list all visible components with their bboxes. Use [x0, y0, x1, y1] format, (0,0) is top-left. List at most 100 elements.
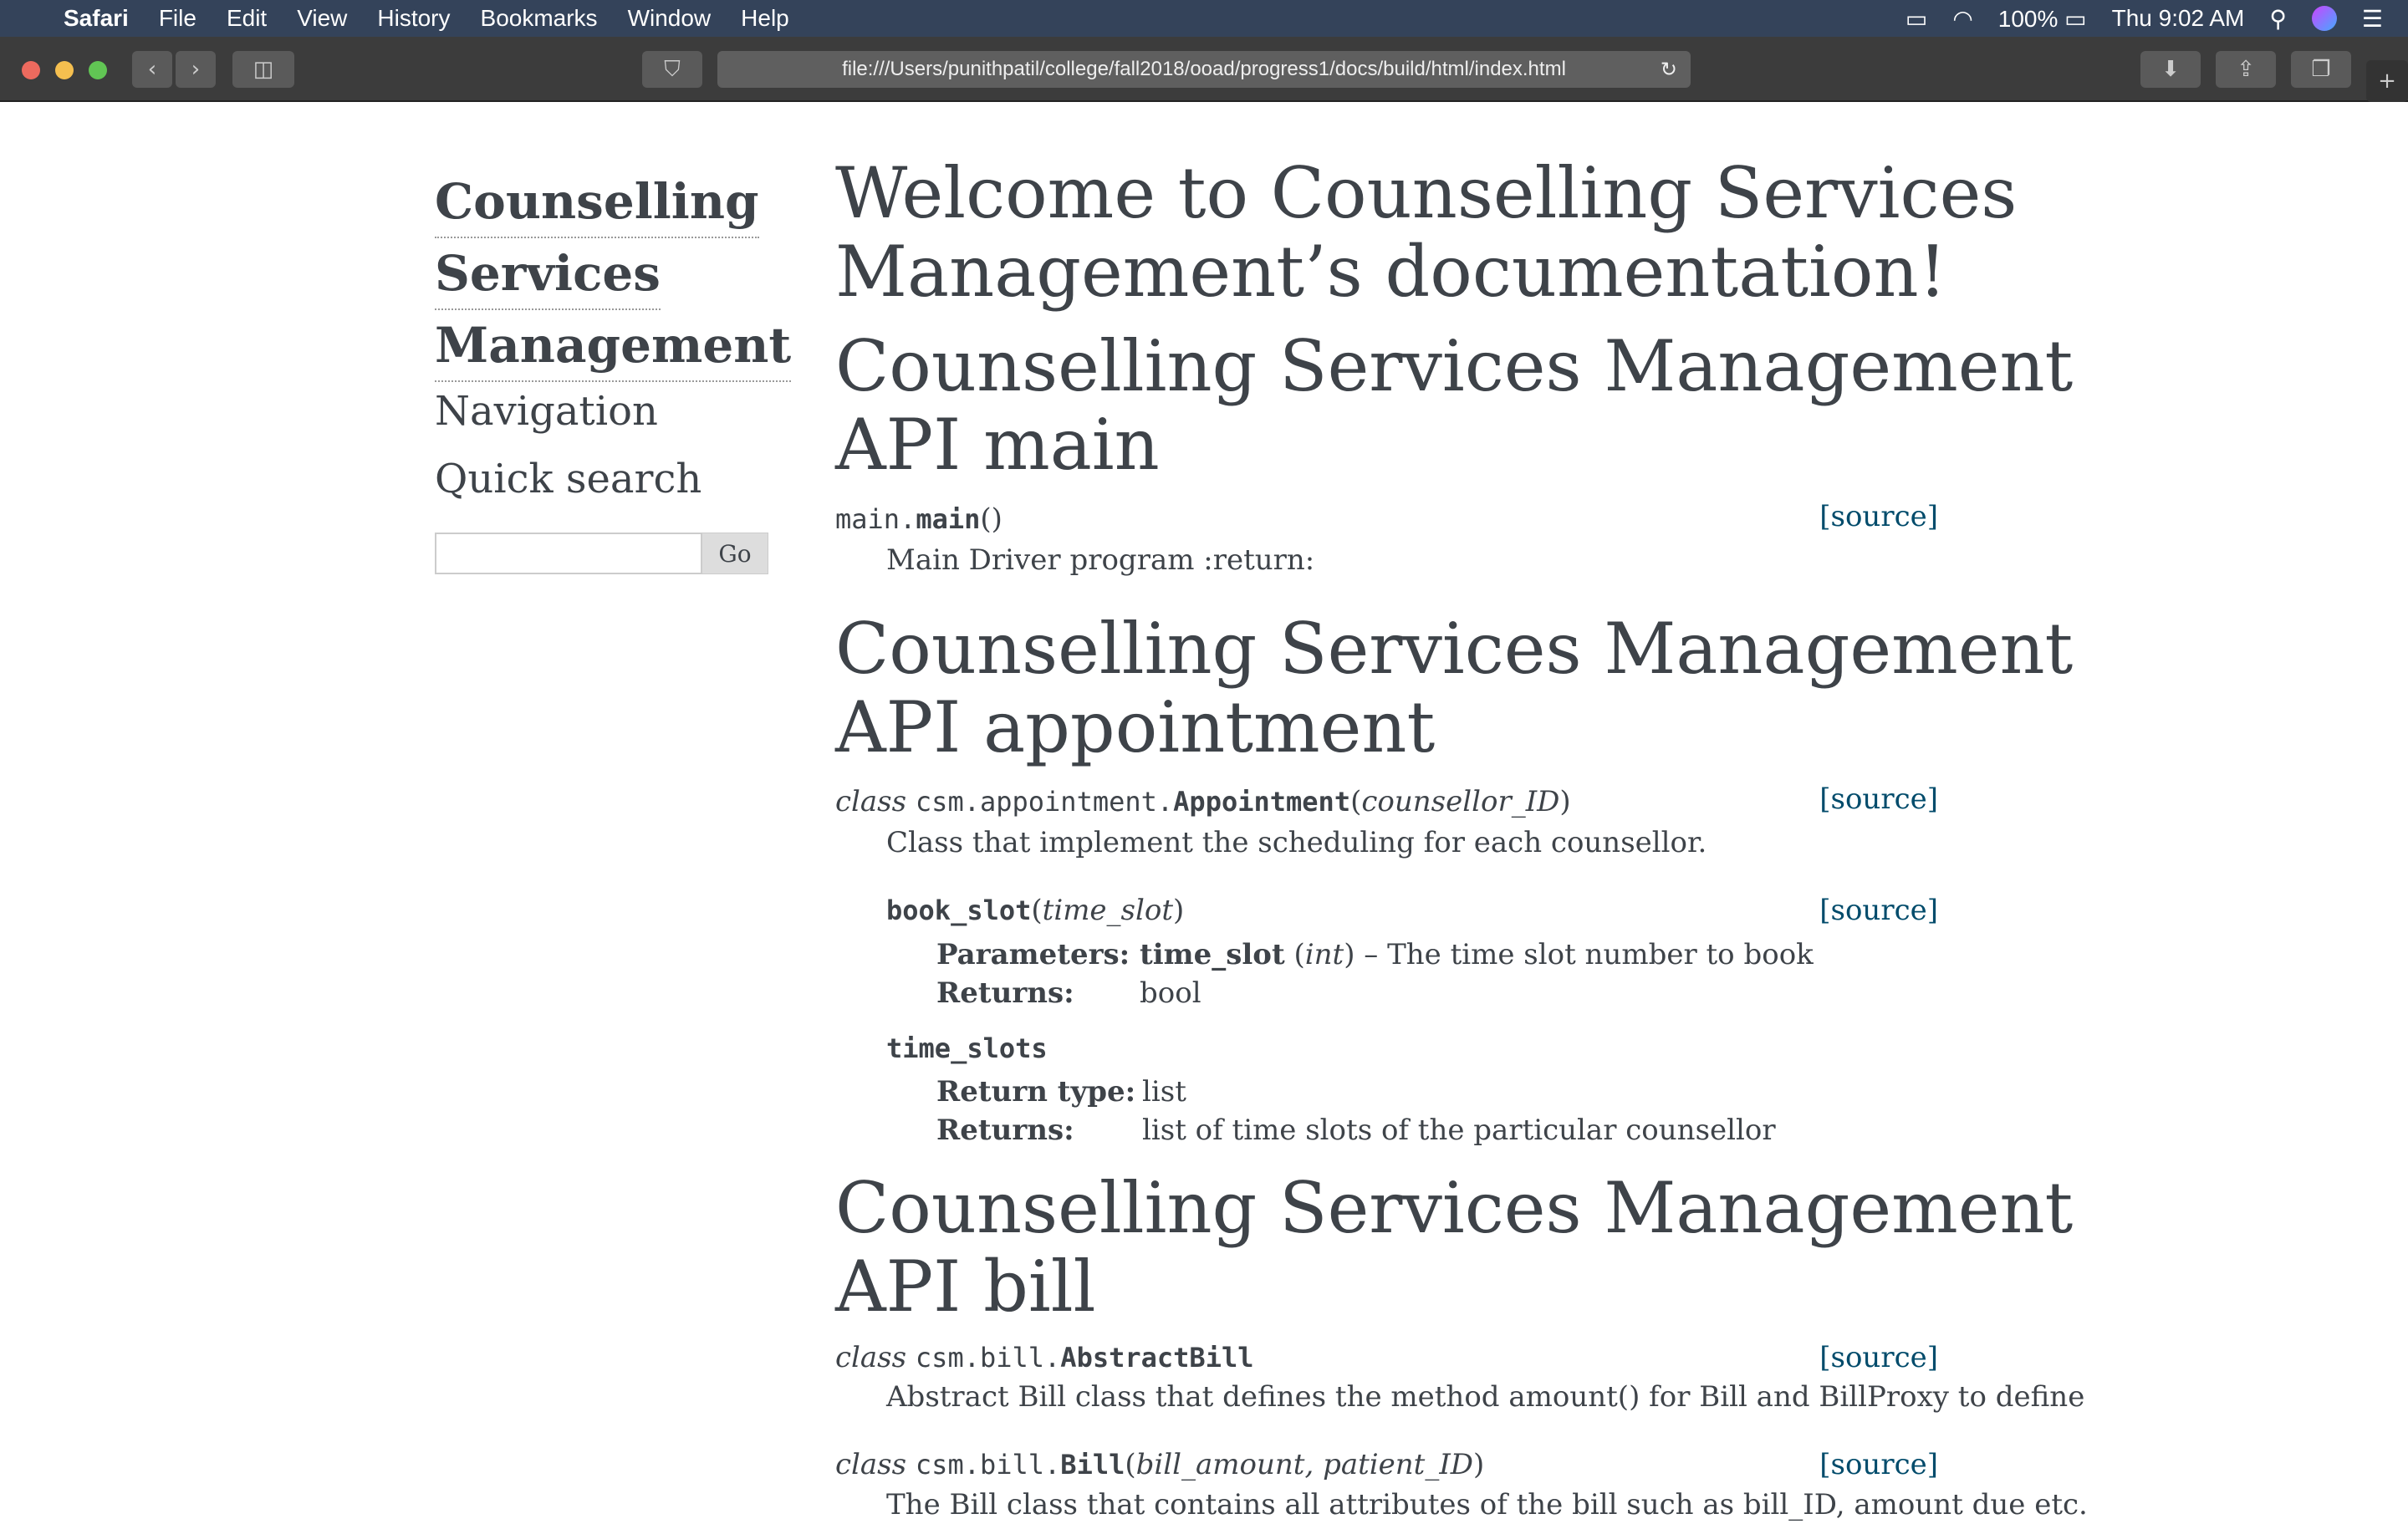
menu-edit[interactable]: Edit [227, 5, 267, 32]
class-args: bill_amount, patient_ID [1135, 1448, 1474, 1481]
class-description: The Bill class that contains all attribu… [886, 1488, 2088, 1521]
class-keyword: class [835, 1341, 907, 1374]
go-button[interactable]: Go [701, 533, 768, 574]
class-name: Appointment [1173, 786, 1351, 818]
page-title: Welcome to Counselling Services Manageme… [835, 154, 2017, 311]
method-arg: time_slot [1042, 894, 1174, 927]
address-bar[interactable]: file:///Users/punithpatil/college/fall20… [717, 51, 1691, 88]
class-keyword: class [835, 785, 907, 818]
source-link[interactable]: [source] [1819, 1338, 1938, 1377]
param-name: time_slot [1140, 938, 1285, 971]
quick-search-heading: Quick search [435, 456, 702, 502]
ublock-extension-button[interactable]: ⛉ [642, 51, 702, 88]
notification-center-icon[interactable]: ☰ [2362, 5, 2383, 33]
search-input[interactable] [435, 533, 702, 574]
sidebar-title-line[interactable]: Management [435, 310, 792, 382]
returns-label: Returns: [936, 976, 1074, 1010]
parameters-value: time_slot (int) – The time slot number t… [1140, 938, 1814, 971]
chevron-right-icon: › [191, 57, 201, 82]
returns-value: list of time slots of the particular cou… [1142, 1114, 1776, 1147]
menu-app[interactable]: Safari [64, 5, 129, 32]
share-icon: ⇪ [2237, 57, 2255, 82]
menu-help[interactable]: Help [741, 5, 789, 32]
heading-line: Counselling Services Management [835, 1167, 2074, 1249]
spotlight-icon[interactable]: ⚲ [2269, 5, 2287, 33]
menu-history[interactable]: History [377, 5, 450, 32]
reload-icon[interactable]: ↻ [1661, 58, 1677, 81]
sidebar-title-line[interactable]: Services [435, 238, 661, 310]
returns-label: Returns: [936, 1114, 1074, 1147]
sidebar-title-line[interactable]: Counselling [435, 166, 759, 238]
heading-line: API main [835, 404, 1160, 486]
class-name: AbstractBill [1060, 1342, 1254, 1374]
tabs-icon: ❐ [2311, 57, 2331, 82]
method-name: book_slot [886, 895, 1032, 926]
menu-window[interactable]: Window [628, 5, 712, 32]
heading-line: API bill [835, 1246, 1096, 1328]
tabs-overview-button[interactable]: ❐ [2291, 51, 2351, 88]
menu-file[interactable]: File [159, 5, 196, 32]
minimize-window-button[interactable] [55, 61, 74, 79]
source-link[interactable]: [source] [1819, 1445, 1938, 1484]
section-heading-appointment: Counselling Services Management API appo… [835, 609, 2073, 767]
heading-line: Counselling Services Management [835, 608, 2074, 690]
property-name: time_slots [886, 1032, 1048, 1064]
back-button[interactable]: ‹ [132, 51, 172, 88]
class-name: Bill [1060, 1449, 1125, 1481]
menu-bar: Safari File Edit View History Bookmarks … [0, 0, 2408, 37]
wifi-icon[interactable]: ◠ [1952, 5, 1972, 33]
new-tab-button[interactable]: + [2366, 60, 2408, 102]
airplay-icon[interactable]: ▭ [1905, 5, 1927, 33]
module-name: csm.bill. [915, 1449, 1061, 1481]
module-name: csm.appointment. [915, 786, 1174, 818]
plus-icon: + [2378, 69, 2396, 94]
navigation-heading: Navigation [435, 388, 658, 435]
forward-button[interactable]: › [176, 51, 216, 88]
module-name: main. [835, 503, 916, 535]
menu-view[interactable]: View [297, 5, 347, 32]
page-title-line: Management’s documentation! [835, 231, 1947, 313]
return-type-label: Return type: [936, 1075, 1136, 1109]
param-type: int [1304, 938, 1344, 971]
zoom-window-button[interactable] [89, 61, 107, 79]
method-signature-book-slot: book_slot(time_slot) [886, 894, 1185, 927]
url-text: file:///Users/punithpatil/college/fall20… [842, 58, 1566, 80]
property-signature-time-slots: time_slots [886, 1029, 1048, 1068]
class-signature-bill: class csm.bill.Bill(bill_amount, patient… [835, 1448, 1485, 1481]
battery-percent: 100% [1997, 5, 2059, 32]
section-heading-main: Counselling Services Management API main [835, 327, 2073, 484]
module-name: csm.bill. [915, 1342, 1061, 1374]
function-args: () [980, 502, 1002, 536]
downloads-button[interactable]: ⬇ [2140, 51, 2201, 88]
share-button[interactable]: ⇪ [2216, 51, 2276, 88]
battery-status[interactable]: 100% ▭ [1998, 5, 2087, 33]
heading-line: Counselling Services Management [835, 325, 2074, 407]
returns-value: bool [1140, 976, 1201, 1010]
function-signature-main: main.main() [835, 500, 1002, 538]
class-signature-appointment: class csm.appointment.Appointment(counse… [835, 785, 1571, 818]
download-icon: ⬇ [2161, 57, 2180, 82]
source-link[interactable]: [source] [1819, 497, 1938, 536]
source-link[interactable]: [source] [1819, 780, 1938, 818]
clock[interactable]: Thu 9:02 AM [2112, 5, 2245, 32]
class-keyword: class [835, 1448, 907, 1481]
siri-icon[interactable] [2311, 6, 2337, 31]
sidebar-title[interactable]: Counselling Services Management [435, 166, 792, 382]
chevron-left-icon: ‹ [147, 57, 157, 82]
browser-toolbar: ‹ › ◫ ⛉ file:///Users/punithpatil/colleg… [0, 37, 2408, 102]
sidebar-icon: ◫ [253, 57, 274, 82]
function-description: Main Driver program :return: [886, 543, 1315, 577]
class-description: Class that implement the scheduling for … [886, 826, 1707, 859]
class-arg: counsellor_ID [1361, 785, 1560, 818]
sidebar-toggle-button[interactable]: ◫ [232, 51, 294, 88]
return-type-value: list [1142, 1075, 1186, 1109]
parameters-label: Parameters: [936, 938, 1130, 971]
page-title-line: Welcome to Counselling Services [835, 152, 2018, 234]
section-heading-bill: Counselling Services Management API bill [835, 1169, 2073, 1326]
close-window-button[interactable] [22, 61, 40, 79]
class-signature-abstract-bill: class csm.bill.AbstractBill [835, 1338, 1253, 1377]
source-link[interactable]: [source] [1819, 891, 1938, 930]
param-desc: – The time slot number to book [1354, 938, 1814, 971]
menu-bookmarks[interactable]: Bookmarks [481, 5, 598, 32]
class-description: Abstract Bill class that defines the met… [886, 1380, 2085, 1414]
